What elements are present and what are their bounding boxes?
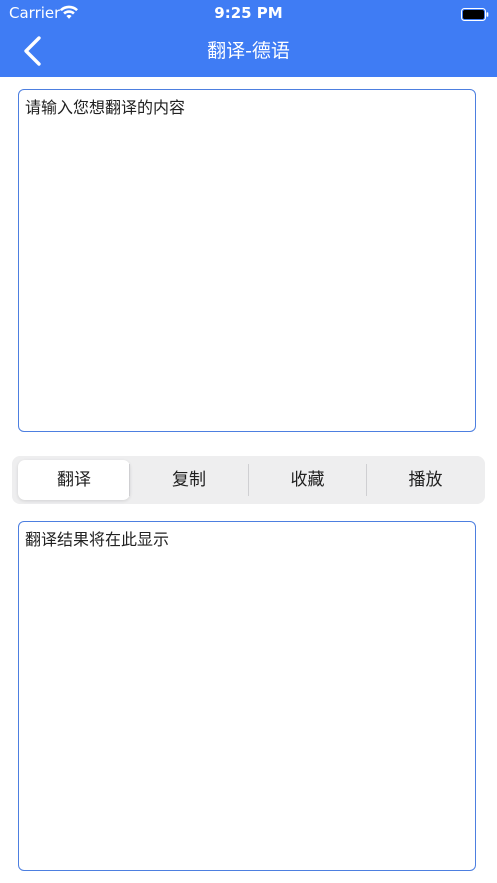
status-bar: Carrier 9:25 PM	[0, 0, 497, 26]
header: Carrier 9:25 PM 翻译-德语	[0, 0, 497, 77]
source-text-input[interactable]	[25, 98, 465, 418]
action-segmented-control: 翻译 复制 收藏 播放	[12, 456, 485, 504]
page-title: 翻译-德语	[207, 40, 290, 62]
status-time: 9:25 PM	[214, 4, 283, 22]
battery-icon	[461, 6, 489, 21]
play-button[interactable]: 播放	[367, 460, 484, 500]
nav-bar: 翻译-德语	[0, 26, 497, 77]
result-text: 翻译结果将在此显示	[25, 530, 170, 549]
favorite-button[interactable]: 收藏	[249, 460, 366, 500]
copy-button[interactable]: 复制	[130, 460, 248, 500]
translate-button[interactable]: 翻译	[18, 460, 130, 500]
result-text-box: 翻译结果将在此显示	[18, 521, 476, 871]
source-text-box[interactable]	[18, 89, 476, 432]
